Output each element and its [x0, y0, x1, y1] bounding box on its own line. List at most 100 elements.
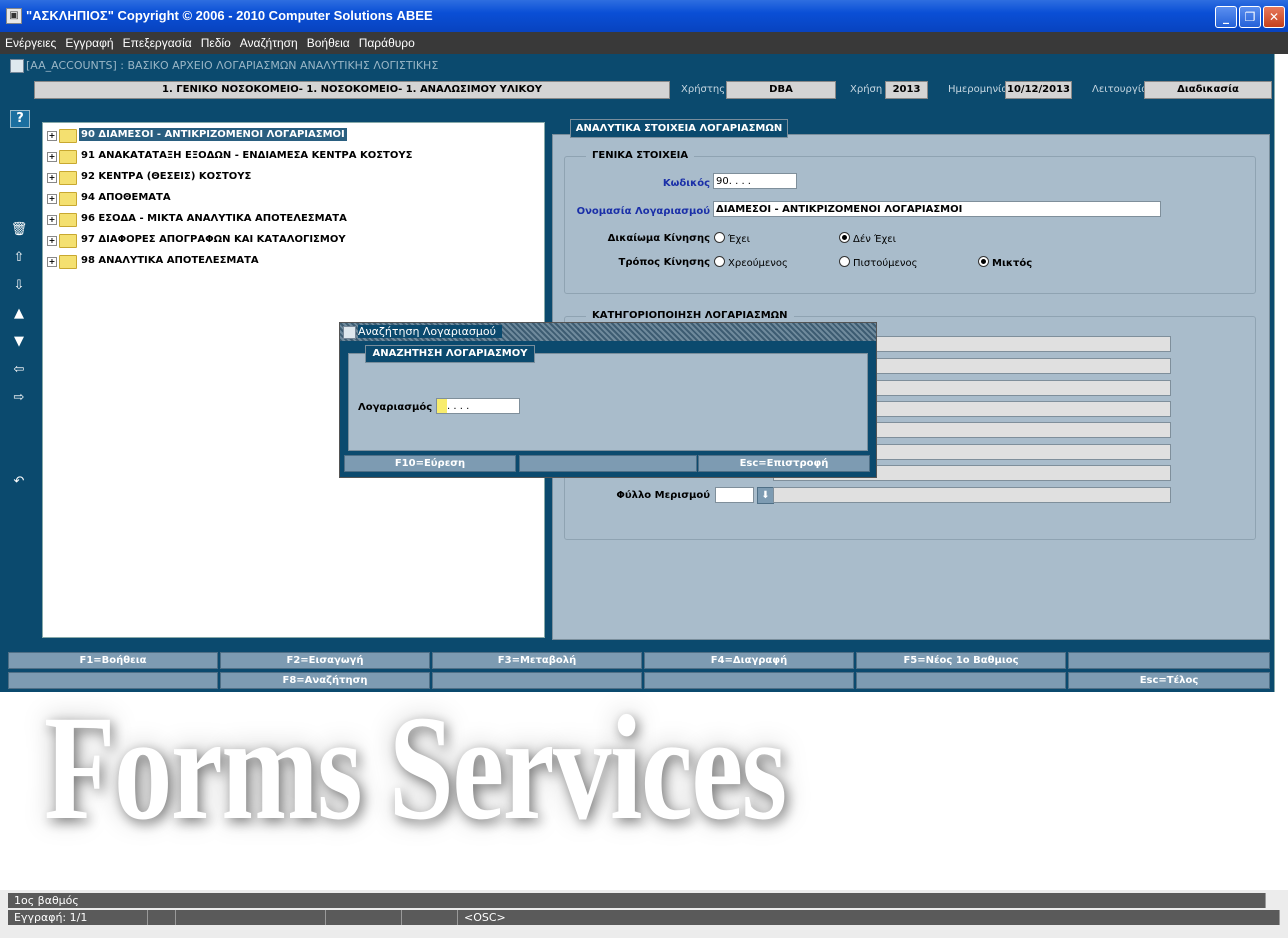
- insert-button[interactable]: F2=Εισαγωγή: [220, 652, 430, 669]
- category-group-label: ΚΑΤΗΓΟΡΙΟΠΟΙΗΣΗ ΛΟΓΑΡΙΑΣΜΩΝ: [586, 310, 794, 321]
- arrow-right-icon[interactable]: ⇨: [10, 390, 28, 406]
- movement-type-label: Τρόπος Κίνησης: [618, 257, 710, 268]
- dialog-icon: [343, 326, 356, 339]
- tab-account-details[interactable]: ΑΝΑΛΥΤΙΚΑ ΣΤΟΙΧΕΙΑ ΛΟΓΑΡΙΑΣΜΩΝ: [570, 119, 788, 138]
- delete-button[interactable]: F4=Διαγραφή: [644, 652, 854, 669]
- folder-icon: [59, 234, 77, 248]
- minimize-icon[interactable]: _: [1215, 6, 1237, 28]
- general-group-label: ΓΕΝΙΚΑ ΣΤΟΙΧΕΙΑ: [586, 150, 695, 161]
- dialog-title-bar[interactable]: Αναζήτηση Λογαριασμού: [340, 323, 876, 341]
- window-title-bar[interactable]: ▣ "ΑΣΚΛΗΠΙΟΣ" Copyright © 2006 - 2010 Co…: [0, 0, 1288, 32]
- expand-icon[interactable]: +: [47, 215, 57, 225]
- modify-button[interactable]: F3=Μεταβολή: [432, 652, 642, 669]
- code-field[interactable]: 90. . . .: [713, 173, 797, 189]
- expand-icon[interactable]: +: [47, 152, 57, 162]
- name-label: Ονομασία Λογαριασμού: [576, 206, 710, 217]
- dialog-title: Αναζήτηση Λογαριασμού: [358, 325, 502, 338]
- move-last-icon[interactable]: ⇩: [10, 278, 28, 294]
- lov-arrow-down-icon[interactable]: ⬇: [757, 487, 774, 504]
- text-cursor: [437, 399, 447, 413]
- date-label: Ημερομηνία: [948, 84, 1009, 95]
- help-icon[interactable]: ?: [10, 110, 30, 128]
- empty-button[interactable]: [856, 672, 1066, 689]
- menu-actions[interactable]: Ενέργειες: [0, 32, 60, 50]
- year-display: 2013: [885, 81, 928, 99]
- folder-icon: [59, 213, 77, 227]
- user-display: DBA: [726, 81, 836, 99]
- next-record-icon[interactable]: ▼: [10, 334, 28, 350]
- record-counter: Εγγραφή: 1/1: [8, 910, 148, 925]
- exit-button[interactable]: Esc=Τέλος: [1068, 672, 1270, 689]
- user-label: Χρήστης: [681, 84, 726, 95]
- expand-icon[interactable]: +: [47, 131, 57, 141]
- radio-mixed[interactable]: Μικτός: [978, 256, 1032, 269]
- date-display: 10/12/2013: [1005, 81, 1072, 99]
- radio-icon: [714, 232, 725, 243]
- status-cell: [148, 910, 176, 925]
- folder-icon: [59, 192, 77, 206]
- radio-credit[interactable]: Πιστούμενος: [839, 256, 918, 269]
- trash-icon[interactable]: 🗑: [10, 222, 28, 238]
- account-search-field[interactable]: . . . .: [436, 398, 520, 414]
- undo-icon[interactable]: ↶: [10, 474, 28, 490]
- back-button[interactable]: Esc=Επιστροφή: [698, 455, 870, 472]
- name-field[interactable]: ΔΙΑΜΕΣΟΙ - ΑΝΤΙΚΡΙΖΟΜΕΝΟΙ ΛΟΓΑΡΙΑΣΜΟΙ: [713, 201, 1161, 217]
- close-icon[interactable]: ✕: [1263, 6, 1285, 28]
- mode-label: Λειτουργία: [1092, 84, 1148, 95]
- folder-icon: [59, 171, 77, 185]
- mode-display: Διαδικασία: [1144, 81, 1272, 99]
- arrow-left-icon[interactable]: ⇦: [10, 362, 28, 378]
- radio-debit[interactable]: Χρεούμενος: [714, 256, 788, 269]
- menu-edit[interactable]: Επεξεργασία: [118, 32, 196, 50]
- folder-icon: [59, 150, 77, 164]
- menu-help[interactable]: Βοήθεια: [302, 32, 354, 50]
- account-label: Λογαριασμός: [358, 402, 433, 413]
- status-message: 1ος βαθμός: [8, 893, 1266, 908]
- help-button[interactable]: F1=Βοήθεια: [8, 652, 218, 669]
- expand-icon[interactable]: +: [47, 236, 57, 246]
- form-title: [AA_ACCOUNTS] : ΒΑΣΙΚΟ ΑΡΧΕΙΟ ΛΟΓΑΡΙΑΣΜΩ…: [26, 59, 439, 72]
- expand-icon[interactable]: +: [47, 257, 57, 267]
- tab-account-search[interactable]: ΑΝΑΖΗΤΗΣΗ ΛΟΓΑΡΙΑΣΜΟΥ: [365, 345, 535, 363]
- search-account-dialog: Αναζήτηση Λογαριασμού ΑΝΑΖΗΤΗΣΗ ΛΟΓΑΡΙΑΣ…: [339, 322, 877, 478]
- status-cell: [176, 910, 326, 925]
- app-icon[interactable]: ▣: [6, 8, 22, 24]
- new-first-level-button[interactable]: F5=Νέος 1ο Βαθμιος: [856, 652, 1066, 669]
- distribution-label: Φύλλο Μερισμού: [616, 490, 710, 501]
- forms-services-watermark: Forms Services: [44, 685, 787, 851]
- move-first-icon[interactable]: ⇧: [10, 250, 28, 266]
- status-bar: 1ος βαθμός Εγγραφή: 1/1 <OSC>: [0, 890, 1288, 938]
- expand-icon[interactable]: +: [47, 194, 57, 204]
- menu-field[interactable]: Πεδίο: [196, 32, 235, 50]
- empty-button[interactable]: [1068, 652, 1270, 669]
- code-label: Κωδικός: [662, 178, 710, 189]
- movement-right-label: Δικαίωμα Κίνησης: [607, 233, 710, 244]
- empty-button[interactable]: [519, 455, 697, 472]
- window-title: "ΑΣΚΛΗΠΙΟΣ" Copyright © 2006 - 2010 Comp…: [26, 8, 433, 23]
- distribution-code-field[interactable]: [715, 487, 754, 503]
- expand-icon[interactable]: +: [47, 173, 57, 183]
- year-label: Χρήση: [850, 84, 883, 95]
- menu-window[interactable]: Παράθυρο: [354, 32, 419, 50]
- radio-icon: [839, 256, 850, 267]
- menu-bar: Ενέργειες Εγγραφή Επεξεργασία Πεδίο Αναζήτησ…: [0, 32, 1288, 54]
- status-cell: [402, 910, 458, 925]
- form-title-bar: [AA_ACCOUNTS] : ΒΑΣΙΚΟ ΑΡΧΕΙΟ ΛΟΓΑΡΙΑΣΜΩ…: [4, 56, 1274, 76]
- radio-checked-icon: [839, 232, 850, 243]
- menu-record[interactable]: Εγγραφή: [60, 32, 117, 50]
- radio-icon: [714, 256, 725, 267]
- folder-icon: [59, 129, 77, 143]
- general-group: [564, 156, 1256, 294]
- radio-has[interactable]: Έχει: [714, 232, 750, 245]
- previous-record-icon[interactable]: ▲: [10, 306, 28, 322]
- form-icon: [10, 59, 24, 73]
- maximize-icon[interactable]: ❐: [1239, 6, 1261, 28]
- find-button[interactable]: F10=Εύρεση: [344, 455, 516, 472]
- menu-search[interactable]: Αναζήτηση: [235, 32, 302, 50]
- org-display: 1. ΓΕΝΙΚΟ ΝΟΣΟΚΟΜΕΙΟ- 1. ΝΟΣΟΚΟΜΕΙΟ- 1. …: [34, 81, 670, 99]
- folder-icon: [59, 255, 77, 269]
- radio-has-not[interactable]: Δέν Έχει: [839, 232, 896, 245]
- distribution-name-field: [773, 487, 1171, 503]
- radio-checked-icon: [978, 256, 989, 267]
- osc-indicator: <OSC>: [458, 910, 1280, 925]
